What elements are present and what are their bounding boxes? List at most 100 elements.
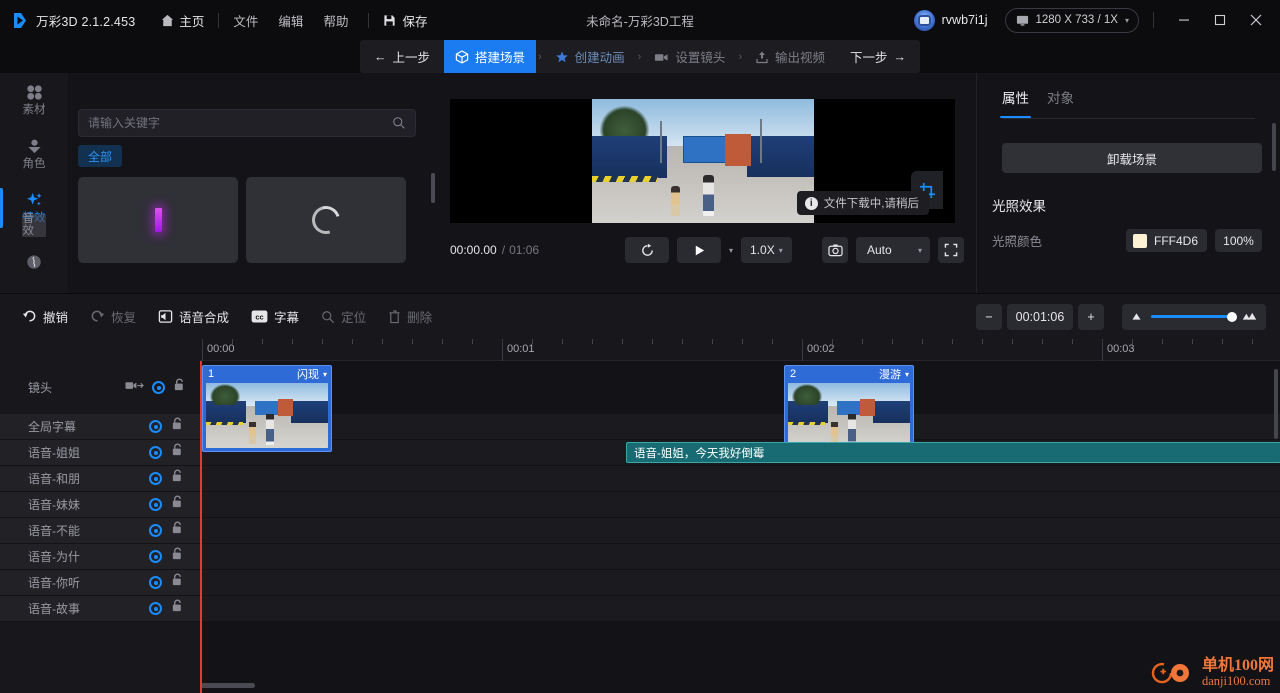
eye-icon[interactable] [149,524,162,537]
step-create-animation[interactable]: 创建动画 [544,40,636,73]
timeline-canvas[interactable]: 1 闪现 ▾ 2 漫游 ▾ 语音-姐姐，今天我好倒霉 [200,361,1280,693]
track-label-row[interactable]: 语音-为什 [0,544,200,570]
eye-icon[interactable] [149,446,162,459]
unlock-icon[interactable] [171,443,184,462]
duration-increase-button[interactable]: + [1078,303,1104,330]
eye-icon[interactable] [149,550,162,563]
rail-item-effects[interactable]: 音效特效 [0,181,68,238]
preview-stage[interactable]: i 文件下载中,请稍后 [450,99,955,223]
track-label-row[interactable]: 语音-和朋 [0,466,200,492]
search-icon[interactable] [392,116,406,130]
asset-tile-exclaim[interactable] [78,177,238,263]
track-label-camera[interactable]: 镜头 [0,361,200,414]
track-lane[interactable] [200,466,1280,492]
next-step-button[interactable]: 下一步 → [836,40,920,73]
eye-icon[interactable] [149,472,162,485]
play-options-chevron-icon[interactable]: ▾ [729,246,733,255]
tab-properties[interactable]: 属性 [1000,87,1031,118]
track-label-row[interactable]: 语音-妹妹 [0,492,200,518]
ruler-tick [1072,339,1073,344]
unlock-icon[interactable] [171,573,184,592]
rail-item-materials[interactable]: 素材 [0,73,68,127]
track-lane[interactable] [200,492,1280,518]
playhead[interactable] [200,361,202,693]
track-label-row[interactable]: 语音-你听 [0,570,200,596]
menu-edit[interactable]: 编辑 [278,11,303,30]
step-build-scene[interactable]: 搭建场景 [443,40,536,73]
light-intensity-input[interactable]: 100% [1215,229,1262,252]
unlock-icon[interactable] [171,547,184,566]
duration-decrease-button[interactable]: − [976,303,1002,330]
close-button[interactable] [1238,0,1274,40]
track-label-row[interactable]: 全局字幕 [0,414,200,440]
chip-all[interactable]: 全部 [78,145,123,167]
locate-label: 定位 [341,311,367,325]
fullscreen-button[interactable] [938,237,964,263]
maximize-button[interactable] [1202,0,1238,40]
eye-icon[interactable] [152,381,165,394]
voice-clip[interactable]: 语音-姐姐，今天我好倒霉 [626,442,1280,463]
rail-item-sound[interactable] [0,235,68,289]
unlock-icon[interactable] [171,599,184,618]
timeline-horizontal-scrollbar[interactable] [200,683,255,688]
undo-button[interactable]: 撤销 [22,307,68,326]
unload-scene-button[interactable]: 卸载场景 [1002,143,1262,173]
menu-help[interactable]: 帮助 [323,11,348,30]
tab-objects[interactable]: 对象 [1047,87,1074,118]
track-lane[interactable] [200,518,1280,544]
resolution-selector[interactable]: 1280 X 733 / 1X ▾ [1004,7,1139,33]
timeline-vertical-scrollbar[interactable] [1274,369,1278,439]
timeline-ruler[interactable]: 00:00 00:01 00:02 00:03 [200,339,1280,361]
assets-scrollbar[interactable] [431,173,435,203]
light-color-input[interactable]: FFF4D6 [1125,229,1207,252]
slider-knob[interactable] [1227,311,1237,322]
track-label-row[interactable]: 语音-故事 [0,596,200,622]
step-set-camera[interactable]: 设置镜头 [643,40,736,73]
duration-value[interactable]: 00:01:06 [1007,303,1073,330]
loop-button[interactable] [625,237,669,263]
camera-clip[interactable]: 2 漫游 ▾ [784,365,914,452]
unlock-icon[interactable] [171,469,184,488]
rail-item-characters[interactable]: 角色 [0,127,68,181]
save-button[interactable]: 保存 [383,11,427,30]
subtitle-button[interactable]: cc 字幕 [251,307,299,326]
delete-button[interactable]: 删除 [388,307,432,326]
track-lane[interactable] [200,570,1280,596]
asset-tile-loading[interactable] [246,177,406,263]
play-button[interactable] [677,237,721,263]
minimize-button[interactable] [1166,0,1202,40]
speed-selector[interactable]: 1.0X ▾ [741,237,792,263]
track-lane[interactable] [200,596,1280,622]
eye-icon[interactable] [149,498,162,511]
chevron-down-icon[interactable]: ▾ [905,370,909,379]
quality-selector[interactable]: Auto ▾ [856,237,930,263]
unlock-icon[interactable] [171,417,184,436]
menu-file[interactable]: 文件 [233,11,258,30]
eye-icon[interactable] [149,602,162,615]
track-label-row[interactable]: 语音-不能 [0,518,200,544]
eye-icon[interactable] [149,576,162,589]
snapshot-button[interactable] [822,237,848,263]
track-lane[interactable] [200,414,1280,440]
track-label-row[interactable]: 语音-姐姐 [0,440,200,466]
home-button[interactable]: 主页 [161,11,204,30]
redo-button[interactable]: 恢复 [90,307,136,326]
search-box[interactable] [78,109,416,137]
track-lane[interactable] [200,544,1280,570]
unlock-icon[interactable] [173,378,186,397]
locate-button[interactable]: 定位 [321,307,366,326]
properties-scrollbar[interactable] [1272,123,1276,171]
unlock-icon[interactable] [171,521,184,540]
timeline-zoom-slider[interactable] [1151,311,1237,322]
search-input[interactable] [88,116,392,130]
camera-move-icon[interactable] [125,379,144,397]
prev-step-button[interactable]: ← 上一步 [360,40,444,73]
timeline-zoom-slider-group[interactable] [1122,303,1266,330]
chevron-down-icon[interactable]: ▾ [323,370,327,379]
avatar[interactable] [913,9,935,31]
camera-clip[interactable]: 1 闪现 ▾ [202,365,332,452]
eye-icon[interactable] [149,420,162,433]
unlock-icon[interactable] [171,495,184,514]
step-export-video[interactable]: 输出视频 [744,40,836,73]
speech-synth-button[interactable]: 语音合成 [158,307,229,326]
